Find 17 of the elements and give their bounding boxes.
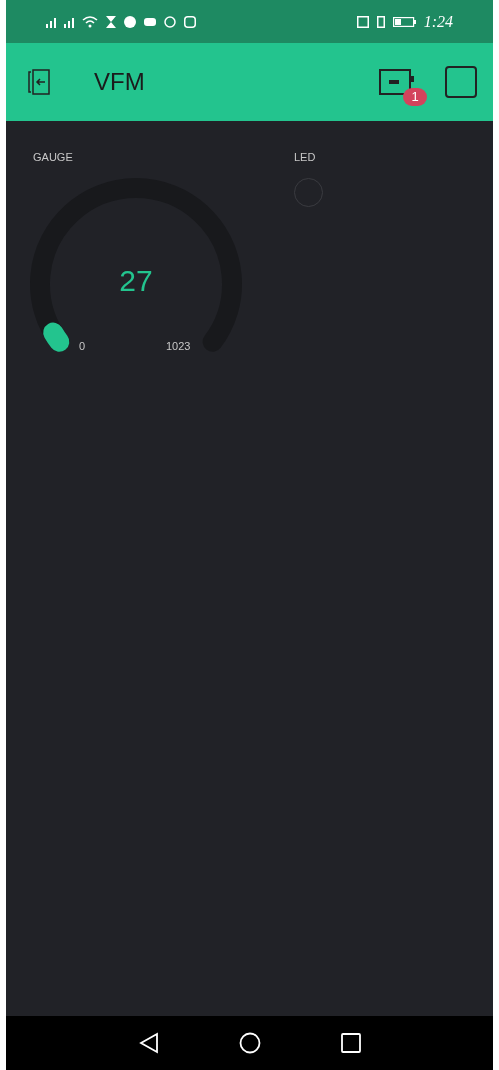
notification-badge: 1 — [403, 88, 427, 106]
status-time: 1:24 — [423, 11, 453, 32]
gauge-value: 27 — [118, 262, 154, 299]
signal-icon — [46, 15, 56, 28]
stop-button[interactable] — [445, 66, 477, 98]
project-title: VFM — [94, 67, 146, 97]
recents-icon[interactable] — [340, 1033, 361, 1053]
hourglass-icon — [106, 15, 116, 28]
back-icon[interactable] — [138, 1032, 159, 1054]
gauge-min: 0 — [79, 338, 86, 354]
widget-label: LED — [294, 150, 317, 165]
gauge-max: 1023 — [166, 338, 191, 354]
battery-icon — [392, 16, 416, 27]
wifi-icon — [82, 15, 98, 28]
home-icon[interactable] — [238, 1032, 261, 1054]
widget-label: GAUGE — [33, 150, 74, 165]
signal-icon — [64, 15, 74, 28]
